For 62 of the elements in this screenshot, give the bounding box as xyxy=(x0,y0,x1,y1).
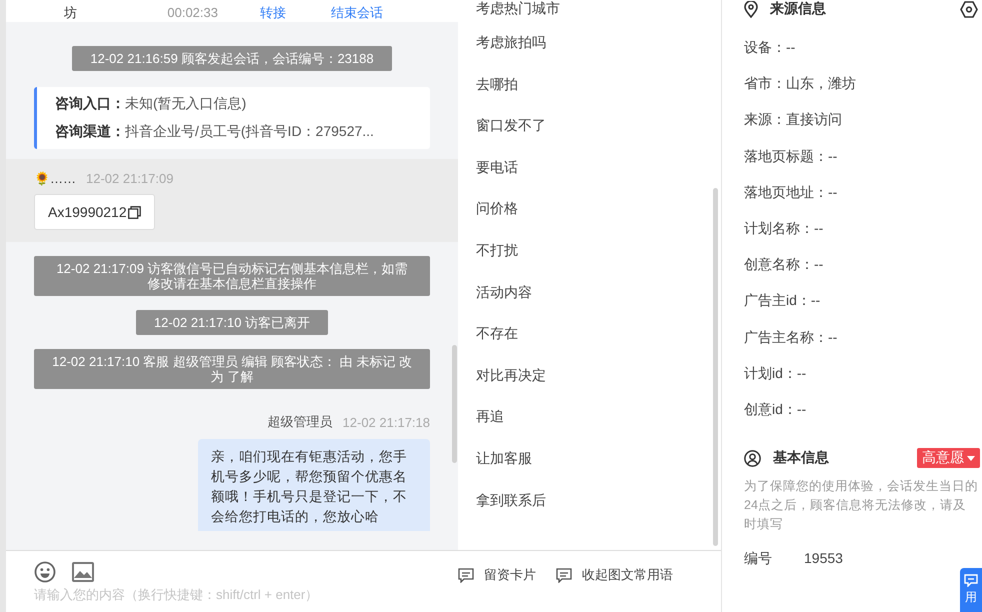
source-info-line: 省市：山东，潍坊 xyxy=(744,75,856,94)
copy-icon[interactable] xyxy=(128,206,141,218)
source-info-line: 广告主名称：-- xyxy=(744,328,838,346)
field-label: 编号 xyxy=(744,550,773,568)
quick-phrase-item[interactable]: 活动内容 xyxy=(458,284,721,326)
message-text: Ax19990212 xyxy=(48,204,127,220)
quick-phrase-item[interactable]: 窗口发不了 xyxy=(458,117,721,159)
message-icon xyxy=(458,568,474,582)
location-pin-icon xyxy=(744,0,758,18)
section-title: 基本信息 xyxy=(773,449,829,468)
source-info-line: 设备：-- xyxy=(744,39,796,57)
sender-name: 🌻…… xyxy=(34,171,76,186)
source-info-line: 来源：直接访问 xyxy=(744,111,842,130)
chat-icon xyxy=(964,574,978,587)
entry-info-row-text: 咨询渠道：抖音企业号/员工号(抖音号ID：279527... xyxy=(55,123,375,141)
system-message: 12-02 21:17:10 客服 超级管理员 编辑 顾客状态： 由 未标记 改为 了解 xyxy=(34,349,430,389)
quick-phrase-item[interactable]: 对比再决定 xyxy=(458,366,721,408)
source-info-line: 落地页标题：-- xyxy=(744,148,838,166)
session-action-link[interactable]: 结束会话 xyxy=(331,6,383,20)
system-message: 12-02 21:17:09 访客微信号已自动标记右侧基本信息栏，如需修改请在基本信息栏直接操作 xyxy=(34,256,430,296)
toolbar-button[interactable]: 留资卡片 xyxy=(458,565,536,585)
toolbar-button[interactable]: 收起图文常用语 xyxy=(556,565,673,585)
quick-phrase-item[interactable]: 再追 xyxy=(458,408,721,450)
source-info-line: 广告主id：-- xyxy=(744,292,820,310)
source-info-line: 计划id：-- xyxy=(744,364,806,383)
floating-tab-label: 用 xyxy=(965,589,977,606)
quick-phrase-item[interactable]: 考虑旅拍吗 xyxy=(458,34,721,76)
quick-phrase-item[interactable]: 考虑热门城市 xyxy=(458,0,721,34)
quick-phrase-item[interactable]: 拿到联系后 xyxy=(458,492,721,534)
message-time: 12-02 21:17:09 xyxy=(86,171,174,186)
scrollbar-thumb[interactable] xyxy=(713,188,718,546)
field-value: 19553 xyxy=(804,550,843,568)
message-icon xyxy=(556,568,572,582)
message-time: 12-02 21:17:18 xyxy=(342,414,430,430)
session-action-link[interactable]: 转接 xyxy=(260,6,286,20)
quick-phrase-item[interactable]: 不打扰 xyxy=(458,242,721,284)
source-info-line: 创意名称：-- xyxy=(744,256,824,274)
session-duration: 00:02:33 xyxy=(167,6,219,20)
quick-phrase-item[interactable]: 不存在 xyxy=(458,325,721,367)
intent-tag[interactable]: 高意愿 xyxy=(917,448,980,468)
quick-phrase-item[interactable]: 问价格 xyxy=(458,200,721,242)
emoji-icon[interactable] xyxy=(34,561,56,583)
image-icon[interactable] xyxy=(72,562,94,582)
quick-phrase-item[interactable]: 要电话 xyxy=(458,158,721,200)
settings-icon[interactable] xyxy=(960,0,978,18)
floating-tab[interactable]: 用 xyxy=(960,568,982,612)
visitor-name: 坊 xyxy=(64,6,78,20)
source-info-line: 落地页地址：-- xyxy=(744,184,838,202)
quick-phrase-item[interactable]: 去哪拍 xyxy=(458,76,721,118)
system-message: 12-02 21:17:10 访客已离开 xyxy=(136,310,328,335)
system-message: 12-02 21:16:59 顾客发起会话，会话编号：23188 xyxy=(72,46,392,71)
caret-icon xyxy=(967,456,975,461)
sender-name: 超级管理员 xyxy=(268,413,333,431)
scrollbar-thumb[interactable] xyxy=(452,345,457,463)
quick-phrase-item[interactable]: 让加客服 xyxy=(458,450,721,492)
message-bubble: 亲，咱们现在有钜惠活动，您手机号多少呢，帮您预留个优惠名额哦！手机号只是登记一下，不会给您打电话的，您放心哈 xyxy=(198,439,430,531)
user-circle-icon xyxy=(744,450,761,467)
entry-info-row-text: 咨询入口：未知(暂无入口信息) xyxy=(55,95,248,113)
info-note: 为了保障您的使用体验，会话发生当日的24点之后，顾客信息将无法修改，请及时填写 xyxy=(744,478,979,534)
source-info-line: 创意id：-- xyxy=(744,400,806,419)
source-info-line: 计划名称：-- xyxy=(744,220,824,238)
section-title: 来源信息 xyxy=(770,0,826,18)
